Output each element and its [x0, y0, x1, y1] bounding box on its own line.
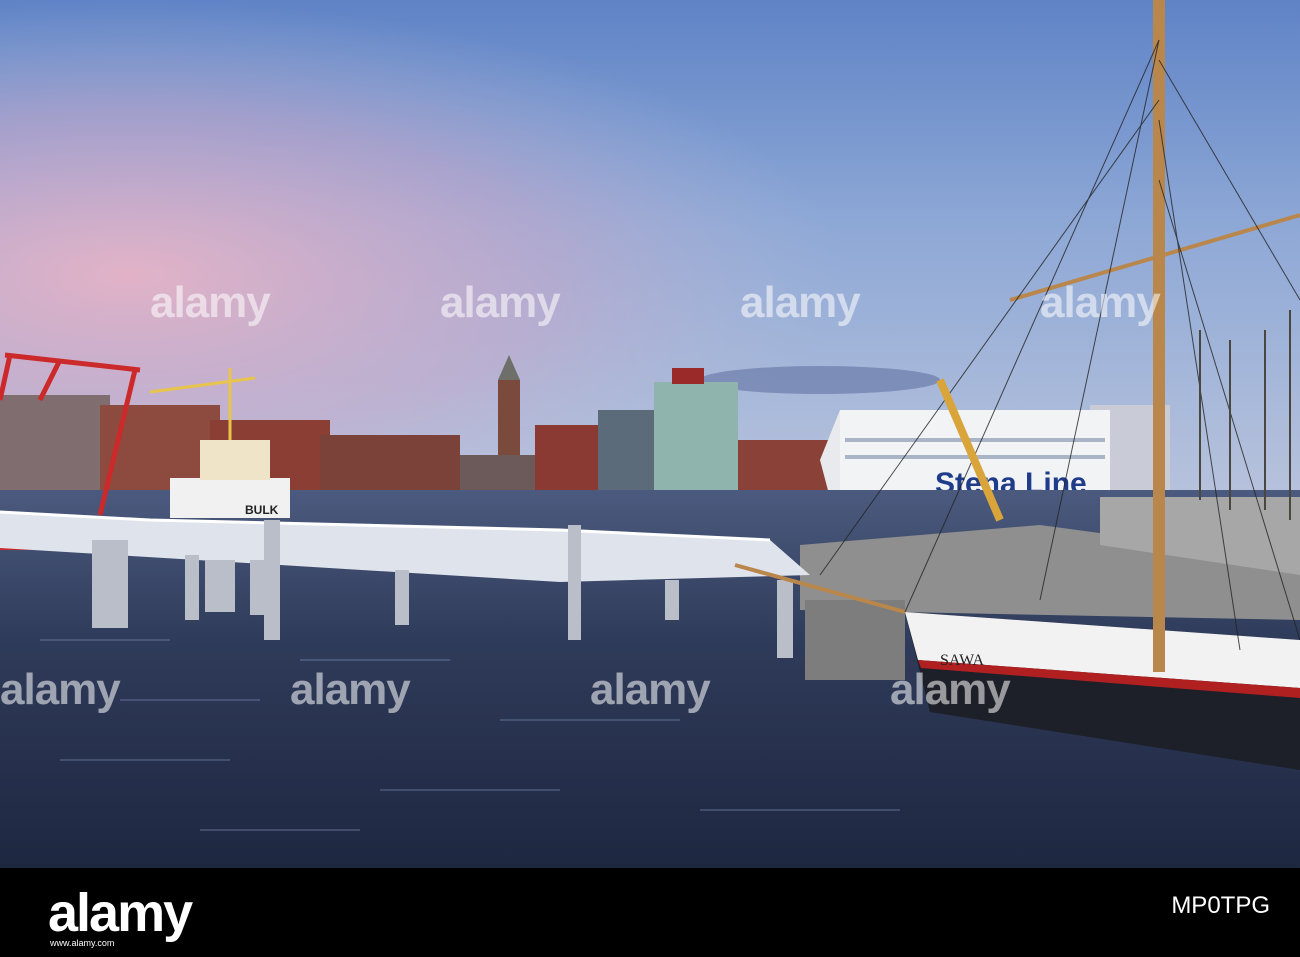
footer-url[interactable]: www.alamy.com	[50, 938, 114, 948]
watermark: alamy	[890, 665, 1011, 714]
watermark: alamy	[0, 665, 121, 714]
harbour-photo: Stena Line BULK SAWA	[0, 0, 1300, 868]
watermark: alamy	[290, 665, 411, 714]
watermark: alamy	[1040, 278, 1161, 327]
watermark: alamy	[150, 278, 271, 327]
watermark: alamy	[740, 278, 861, 327]
alamy-logo[interactable]: alamy	[48, 882, 193, 944]
glass-tower	[654, 382, 738, 495]
harbour-scene: Stena Line BULK SAWA	[0, 0, 1300, 868]
watermark: alamy	[440, 278, 561, 327]
watermark: alamy	[590, 665, 711, 714]
image-id: MP0TPG	[1171, 892, 1270, 919]
tug-name: BULK	[245, 503, 279, 517]
stena-line-ferry: Stena Line	[820, 410, 1110, 500]
church-tower	[498, 380, 520, 455]
footer-bar: alamy www.alamy.com MP0TPG	[0, 868, 1300, 957]
